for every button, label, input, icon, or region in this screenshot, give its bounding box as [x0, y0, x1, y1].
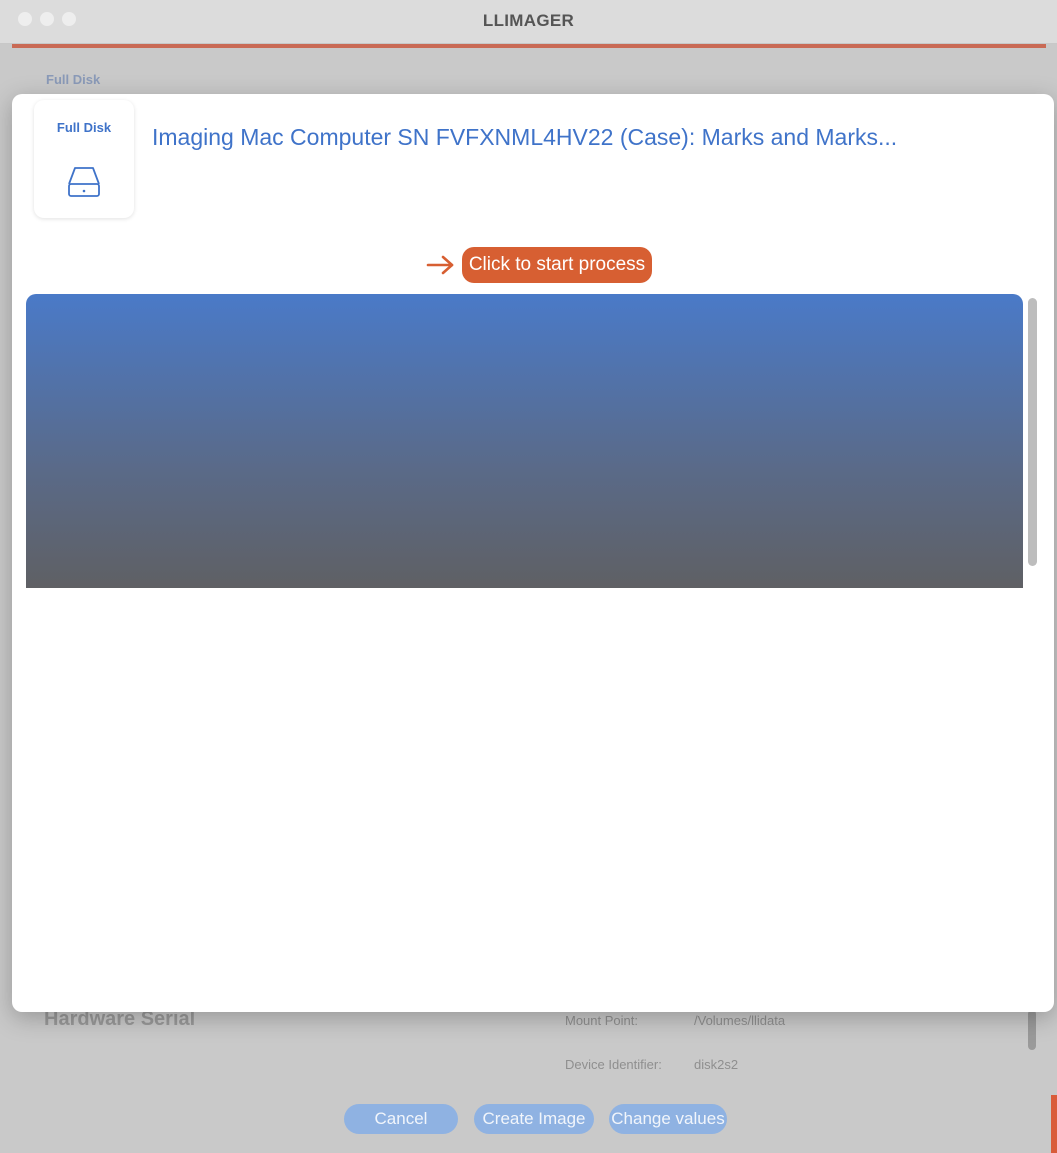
mount-point-label: Mount Point: [565, 1013, 638, 1028]
full-disk-card: Full Disk [34, 100, 134, 218]
mount-point-value: /Volumes/llidata [694, 1013, 786, 1028]
title-bar: LLIMAGER [0, 0, 1057, 44]
start-process-button[interactable]: Click to start process [462, 247, 652, 283]
create-image-button[interactable]: Create Image [474, 1104, 594, 1134]
full-disk-card-label: Full Disk [56, 120, 112, 135]
change-values-button[interactable]: Change values [609, 1104, 727, 1134]
imaging-sheet: Full Disk Imaging Mac Computer SN FVFXNM… [12, 94, 1054, 1012]
process-output-panel [26, 294, 1023, 588]
hard-drive-icon [68, 167, 100, 197]
background-scrollbar[interactable] [1028, 1010, 1036, 1050]
background-accent-bar [12, 44, 1046, 48]
background-accent-edge [1051, 1095, 1057, 1153]
cancel-button[interactable]: Cancel [344, 1104, 458, 1134]
window-title: LLIMAGER [482, 11, 575, 30]
device-identifier-label: Device Identifier: [565, 1057, 662, 1072]
background-tab-full-disk: Full Disk [46, 72, 101, 87]
device-identifier-value: disk2s2 [694, 1057, 739, 1072]
arrow-right-icon [426, 255, 454, 275]
output-scrollbar[interactable] [1028, 298, 1037, 566]
imaging-title: Imaging Mac Computer SN FVFXNML4HV22 (Ca… [152, 124, 898, 150]
